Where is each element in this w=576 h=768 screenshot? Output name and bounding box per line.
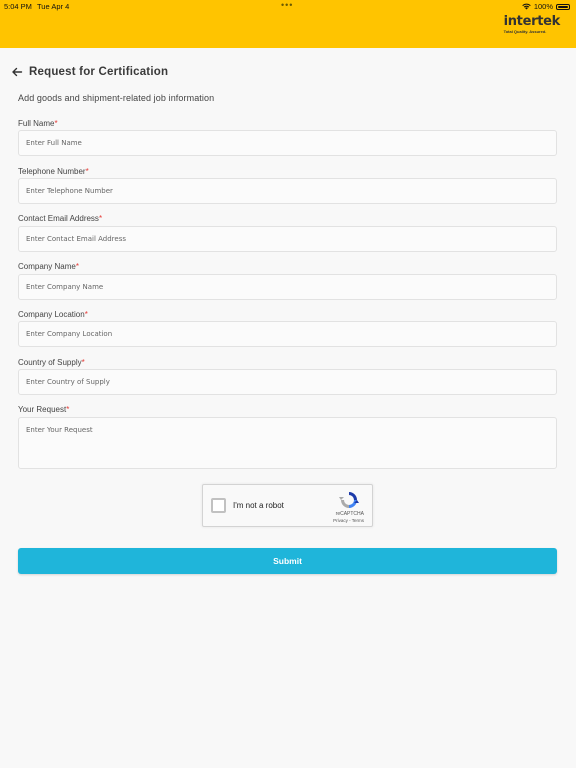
- required-marker: *: [81, 358, 85, 367]
- telephone-input[interactable]: [18, 178, 557, 204]
- logo-tagline: Total Quality. Assured.: [503, 29, 547, 34]
- company-name-label: Company Name*: [18, 262, 79, 271]
- full-name-label: Full Name*: [18, 119, 58, 128]
- required-marker: *: [75, 262, 79, 271]
- full-name-input[interactable]: [18, 130, 557, 156]
- telephone-label: Telephone Number*: [18, 167, 89, 176]
- request-textarea[interactable]: [18, 417, 557, 469]
- back-arrow-icon[interactable]: [11, 66, 23, 78]
- status-right: 100%: [522, 2, 570, 11]
- page-subtitle: Add goods and shipment-related job infor…: [18, 93, 215, 103]
- email-input[interactable]: [18, 226, 557, 252]
- status-date: Tue Apr 4: [37, 2, 70, 11]
- country-input[interactable]: [18, 369, 557, 395]
- wifi-icon: [522, 3, 531, 10]
- logo-text: intertek: [503, 14, 561, 29]
- country-label: Country of Supply*: [18, 358, 85, 367]
- recaptcha-label: I'm not a robot: [233, 501, 284, 510]
- request-label: Your Request*: [18, 405, 70, 414]
- company-location-label: Company Location*: [18, 310, 88, 319]
- required-marker: *: [85, 167, 89, 176]
- email-label: Contact Email Address*: [18, 214, 103, 223]
- recaptcha-terms-link[interactable]: Privacy - Terms: [333, 518, 364, 523]
- recaptcha-widget: I'm not a robot reCAPTCHA Privacy - Term…: [202, 484, 373, 527]
- app-header: 5:04 PM Tue Apr 4 ••• 100% intertek Tota…: [0, 0, 576, 48]
- status-bar: 5:04 PM Tue Apr 4 ••• 100%: [0, 0, 576, 12]
- required-marker: *: [84, 310, 88, 319]
- multitask-dots[interactable]: •••: [281, 0, 293, 10]
- company-name-input[interactable]: [18, 274, 557, 300]
- battery-percent: 100%: [533, 2, 553, 11]
- required-marker: *: [66, 405, 70, 414]
- status-time: 5:04 PM: [4, 2, 32, 11]
- submit-button[interactable]: Submit: [18, 548, 557, 574]
- recaptcha-checkbox[interactable]: [211, 498, 226, 513]
- required-marker: *: [54, 119, 58, 128]
- recaptcha-brand: reCAPTCHA: [335, 511, 364, 517]
- page-title-row: Request for Certification: [11, 66, 168, 78]
- required-marker: *: [98, 214, 103, 223]
- battery-icon: [556, 3, 570, 10]
- company-location-input[interactable]: [18, 321, 557, 347]
- intertek-logo: intertek Total Quality. Assured.: [503, 14, 561, 34]
- page-title: Request for Certification: [29, 66, 169, 78]
- recaptcha-logo-icon: [339, 492, 359, 508]
